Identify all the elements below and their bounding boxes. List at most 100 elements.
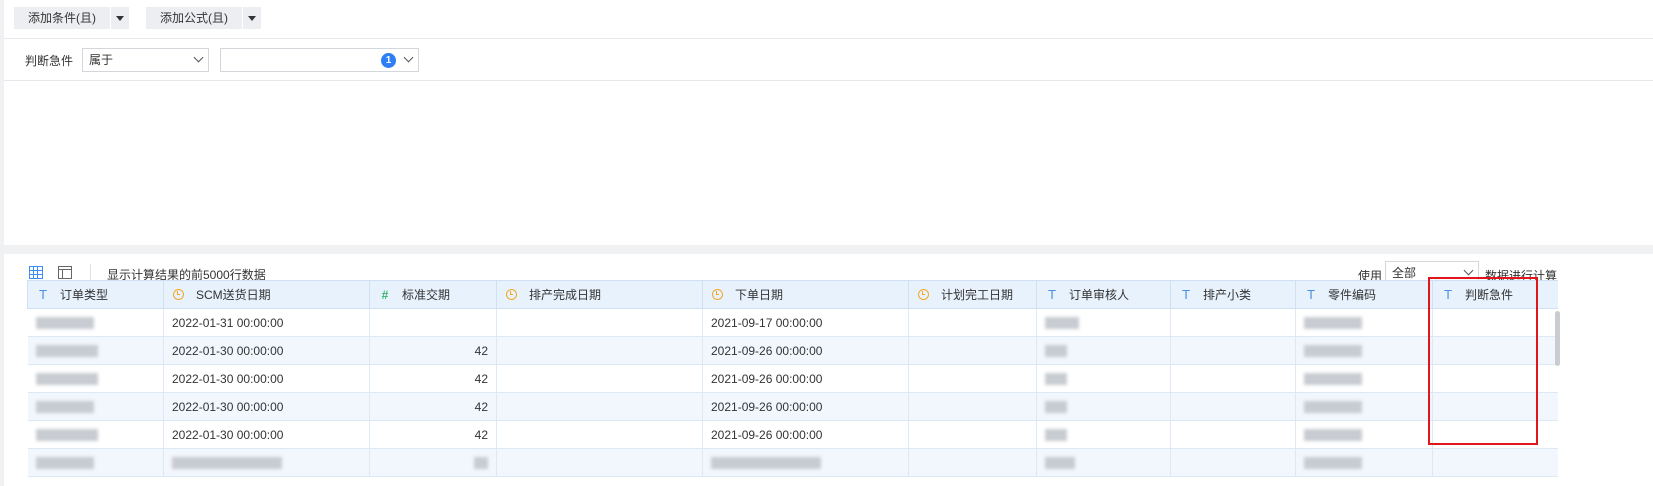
table-row[interactable]: 2022-01-30 00:00:00 42 2021-09-26 00:00:… bbox=[27, 420, 1558, 449]
add-formula-button[interactable]: 添加公式(且) bbox=[146, 7, 242, 29]
column-header-part-code[interactable]: T 零件编码 bbox=[1295, 280, 1433, 309]
reviewer-cell bbox=[1036, 420, 1171, 449]
plan-done-cell bbox=[908, 308, 1037, 337]
vertical-scrollbar[interactable] bbox=[1555, 311, 1560, 366]
schedule-done-cell bbox=[496, 448, 703, 477]
sub-class-cell bbox=[1170, 336, 1296, 365]
table-row[interactable] bbox=[27, 448, 1558, 477]
text-type-icon: T bbox=[39, 288, 47, 302]
condition-value-select[interactable]: 1 bbox=[220, 48, 420, 72]
plan-done-cell bbox=[908, 392, 1037, 421]
grid-icon[interactable] bbox=[29, 266, 43, 279]
clock-icon bbox=[918, 289, 929, 300]
table-row[interactable]: 2022-01-30 00:00:00 42 2021-09-26 00:00:… bbox=[27, 364, 1558, 393]
scm-date-cell: 2022-01-30 00:00:00 bbox=[163, 336, 370, 365]
chevron-down-icon bbox=[1463, 265, 1474, 276]
selected-count-badge: 1 bbox=[381, 53, 397, 68]
order-date-cell: 2021-09-26 00:00:00 bbox=[702, 420, 909, 449]
reviewer-cell bbox=[1036, 308, 1171, 337]
schedule-done-cell bbox=[496, 392, 703, 421]
operator-value: 属于 bbox=[89, 53, 114, 67]
std-lead-cell: 42 bbox=[369, 364, 497, 393]
urgent-cell bbox=[1432, 448, 1558, 477]
sub-class-cell bbox=[1170, 364, 1296, 393]
column-header-scm-date[interactable]: SCM送货日期 bbox=[163, 280, 370, 309]
column-header-reviewer[interactable]: T 订单审核人 bbox=[1036, 280, 1171, 309]
scm-date-cell: 2022-01-31 00:00:00 bbox=[163, 308, 370, 337]
order-type-cell bbox=[27, 336, 164, 365]
order-date-cell: 2021-09-26 00:00:00 bbox=[702, 336, 909, 365]
part-code-cell bbox=[1295, 336, 1433, 365]
column-header-order-date[interactable]: 下单日期 bbox=[702, 280, 909, 309]
use-scope-value: 全部 bbox=[1392, 266, 1417, 280]
order-date-cell: 2021-09-26 00:00:00 bbox=[702, 392, 909, 421]
urgent-column-highlight bbox=[1428, 277, 1538, 445]
column-header-std-lead[interactable]: # 标准交期 bbox=[369, 280, 497, 309]
divider bbox=[90, 264, 91, 280]
plan-done-cell bbox=[908, 420, 1037, 449]
reviewer-cell bbox=[1036, 336, 1171, 365]
result-panel: 显示计算结果的前5000行数据 使用 全部 数据进行计算 T 订单类型 SCM送货… bbox=[4, 254, 1653, 486]
number-type-icon: # bbox=[381, 288, 389, 302]
clock-icon bbox=[712, 289, 723, 300]
scm-date-cell: 2022-01-30 00:00:00 bbox=[163, 364, 370, 393]
sub-class-cell bbox=[1170, 420, 1296, 449]
schedule-done-cell bbox=[496, 420, 703, 449]
table-header-row: T 订单类型 SCM送货日期 # 标准交期 排产完成日期 下单日期 计划完工日期 T… bbox=[27, 280, 1558, 309]
text-type-icon: T bbox=[1048, 288, 1056, 302]
clock-icon bbox=[173, 289, 184, 300]
table-layout-icon[interactable] bbox=[58, 266, 72, 279]
scm-date-cell: 2022-01-30 00:00:00 bbox=[163, 420, 370, 449]
part-code-cell bbox=[1295, 308, 1433, 337]
std-lead-cell bbox=[369, 448, 497, 477]
add-formula-group: 添加公式(且) bbox=[146, 7, 261, 29]
reviewer-cell bbox=[1036, 392, 1171, 421]
order-date-cell: 2021-09-26 00:00:00 bbox=[702, 364, 909, 393]
column-header-sub-class[interactable]: T 排产小类 bbox=[1170, 280, 1296, 309]
reviewer-cell bbox=[1036, 364, 1171, 393]
condition-field-label: 判断急件 bbox=[25, 53, 74, 68]
sub-class-cell bbox=[1170, 392, 1296, 421]
reviewer-cell bbox=[1036, 448, 1171, 477]
part-code-cell bbox=[1295, 364, 1433, 393]
std-lead-cell: 42 bbox=[369, 420, 497, 449]
chevron-down-icon bbox=[193, 52, 204, 63]
scm-date-cell: 2022-01-30 00:00:00 bbox=[163, 392, 370, 421]
std-lead-cell: 42 bbox=[369, 392, 497, 421]
table-row[interactable]: 2022-01-30 00:00:00 42 2021-09-26 00:00:… bbox=[27, 336, 1558, 365]
add-formula-dropdown-icon[interactable] bbox=[243, 7, 261, 29]
column-header-plan-done[interactable]: 计划完工日期 bbox=[908, 280, 1037, 309]
table-row[interactable]: 2022-01-30 00:00:00 42 2021-09-26 00:00:… bbox=[27, 392, 1558, 421]
order-type-cell bbox=[27, 420, 164, 449]
filter-panel: 添加条件(且) 添加公式(且) 判断急件 属于 1 bbox=[4, 0, 1653, 245]
scm-date-cell bbox=[163, 448, 370, 477]
condition-row: 判断急件 属于 1 bbox=[4, 48, 420, 72]
plan-done-cell bbox=[908, 336, 1037, 365]
order-type-cell bbox=[27, 364, 164, 393]
text-type-icon: T bbox=[1307, 288, 1315, 302]
divider bbox=[4, 80, 1653, 81]
part-code-cell bbox=[1295, 420, 1433, 449]
operator-select[interactable]: 属于 bbox=[82, 48, 210, 72]
table-row[interactable]: 2022-01-31 00:00:00 2021-09-17 00:00:00 bbox=[27, 308, 1558, 337]
schedule-done-cell bbox=[496, 336, 703, 365]
plan-done-cell bbox=[908, 448, 1037, 477]
filter-toolbar: 添加条件(且) 添加公式(且) bbox=[14, 7, 278, 29]
clock-icon bbox=[506, 289, 517, 300]
std-lead-cell: 42 bbox=[369, 336, 497, 365]
order-type-cell bbox=[27, 448, 164, 477]
add-condition-group: 添加条件(且) bbox=[14, 7, 129, 29]
chevron-down-icon bbox=[403, 52, 414, 63]
column-header-order-type[interactable]: T 订单类型 bbox=[27, 280, 164, 309]
sub-class-cell bbox=[1170, 308, 1296, 337]
divider bbox=[4, 38, 1653, 39]
result-table-wrap: T 订单类型 SCM送货日期 # 标准交期 排产完成日期 下单日期 计划完工日期 T… bbox=[27, 280, 1558, 486]
part-code-cell bbox=[1295, 448, 1433, 477]
add-condition-button[interactable]: 添加条件(且) bbox=[14, 7, 110, 29]
text-type-icon: T bbox=[1182, 288, 1190, 302]
add-condition-dropdown-icon[interactable] bbox=[111, 7, 129, 29]
order-date-cell: 2021-09-17 00:00:00 bbox=[702, 308, 909, 337]
column-header-schedule-done[interactable]: 排产完成日期 bbox=[496, 280, 703, 309]
schedule-done-cell bbox=[496, 308, 703, 337]
order-date-cell bbox=[702, 448, 909, 477]
